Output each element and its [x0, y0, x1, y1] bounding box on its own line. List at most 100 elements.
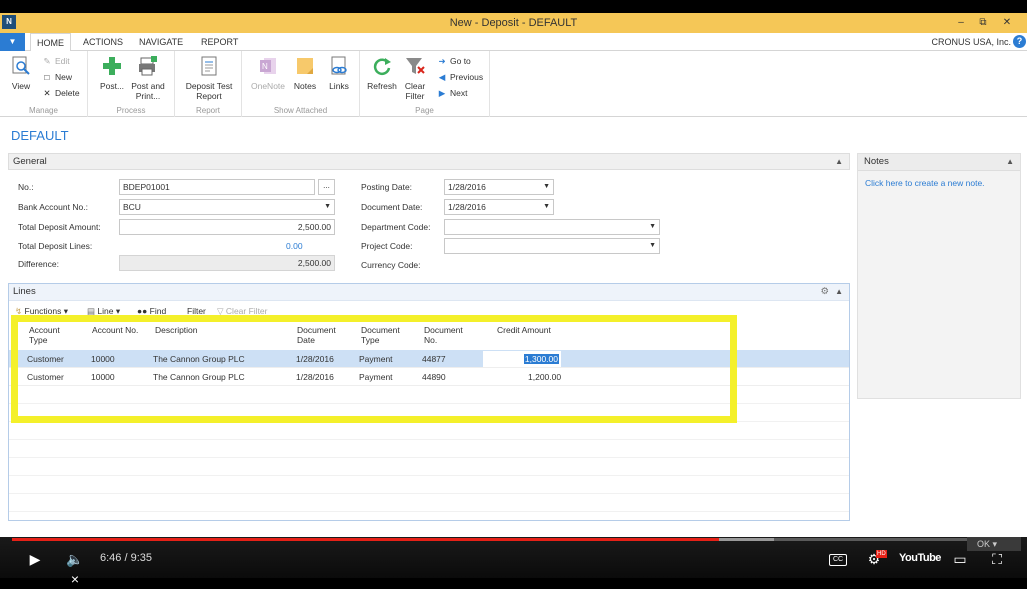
- table-row[interactable]: Customer 10000 The Cannon Group PLC 1/28…: [9, 350, 849, 368]
- cell-document-no[interactable]: 44877: [422, 354, 446, 364]
- col-document-date[interactable]: Document Date: [297, 325, 336, 345]
- chevron-down-icon[interactable]: ▼: [543, 200, 550, 214]
- tab-actions[interactable]: ACTIONS: [77, 33, 129, 52]
- chevron-down-icon[interactable]: ▼: [649, 239, 656, 253]
- play-icon[interactable]: ▶: [26, 549, 44, 569]
- hd-badge: HD: [876, 550, 887, 558]
- total-deposit-amount-field[interactable]: 2,500.00: [119, 219, 335, 235]
- empty-row[interactable]: [9, 458, 849, 476]
- bank-account-field[interactable]: BCU ▼: [119, 199, 335, 215]
- cell-description[interactable]: The Cannon Group PLC: [153, 354, 245, 364]
- empty-row[interactable]: [9, 476, 849, 494]
- post-button[interactable]: Post...: [96, 55, 128, 91]
- cell-credit-amount[interactable]: 1,300.00: [523, 354, 559, 364]
- cell-account-type[interactable]: Customer: [27, 372, 64, 382]
- posting-date-field[interactable]: 1/28/2016 ▼: [444, 179, 554, 195]
- no-field[interactable]: BDEP01001: [119, 179, 315, 195]
- col-account-no[interactable]: Account No.: [92, 325, 138, 335]
- difference-field: 2,500.00: [119, 255, 335, 271]
- col-document-no[interactable]: Document No.: [424, 325, 463, 345]
- captions-button[interactable]: CC: [829, 554, 847, 566]
- cell-document-type[interactable]: Payment: [359, 354, 393, 364]
- new-button[interactable]: □ New: [42, 72, 72, 82]
- view-button[interactable]: View: [6, 55, 36, 91]
- cell-document-no[interactable]: 44890: [422, 372, 446, 382]
- gear-icon[interactable]: ⚙: [820, 284, 829, 300]
- department-code-field[interactable]: ▼: [444, 219, 660, 235]
- close-icon[interactable]: ✕: [997, 15, 1017, 31]
- empty-row[interactable]: [9, 422, 849, 440]
- cell-document-date[interactable]: 1/28/2016: [296, 354, 334, 364]
- col-description[interactable]: Description: [155, 325, 198, 335]
- cell-document-type[interactable]: Payment: [359, 372, 393, 382]
- chevron-down-icon[interactable]: ▼: [649, 220, 656, 234]
- cell-credit-amount[interactable]: 1,200.00: [528, 372, 561, 382]
- line-menu[interactable]: ▤ Line ▾: [87, 306, 120, 317]
- col-document-type[interactable]: Document Type: [361, 325, 400, 345]
- chevron-down-icon[interactable]: ▼: [543, 180, 550, 194]
- group-label-show-attached: Show Attached: [273, 106, 328, 115]
- binoculars-icon: ●●: [137, 306, 148, 316]
- delete-button[interactable]: ✕ Delete: [42, 88, 79, 99]
- filter-button[interactable]: Filter: [187, 306, 206, 316]
- create-note-link[interactable]: Click here to create a new note.: [865, 178, 985, 188]
- notes-header[interactable]: Notes ▲: [858, 154, 1020, 171]
- empty-row[interactable]: [9, 440, 849, 458]
- help-icon[interactable]: ?: [1013, 35, 1026, 48]
- lines-header-label: Lines: [13, 286, 36, 297]
- col-account-type[interactable]: Account Type: [29, 325, 60, 345]
- chevron-up-icon[interactable]: ▲: [835, 154, 843, 169]
- tab-home[interactable]: HOME: [30, 33, 71, 52]
- total-deposit-lines-value[interactable]: 0.00: [286, 241, 303, 251]
- cell-document-date[interactable]: 1/28/2016: [296, 372, 334, 382]
- credit-amount-editor[interactable]: 1,300.00: [483, 351, 561, 367]
- cell-account-no[interactable]: 10000: [91, 372, 115, 382]
- cell-account-type[interactable]: Customer: [27, 354, 64, 364]
- notes-button[interactable]: Notes: [290, 55, 320, 91]
- fullscreen-icon[interactable]: ⛶: [986, 549, 1008, 569]
- goto-button[interactable]: ➜ Go to: [437, 56, 471, 67]
- table-row[interactable]: Customer 10000 The Cannon Group PLC 1/28…: [9, 368, 849, 386]
- tab-report[interactable]: REPORT: [195, 33, 244, 52]
- currency-code-label: Currency Code:: [361, 260, 421, 270]
- chevron-down-icon: ▾: [992, 539, 998, 549]
- goto-label: Go to: [450, 56, 471, 66]
- post-plus-icon: [103, 57, 121, 75]
- edit-button[interactable]: ✎ Edit: [42, 56, 69, 67]
- document-date-field[interactable]: 1/28/2016 ▼: [444, 199, 554, 215]
- deposit-test-report-button[interactable]: Deposit Test Report: [180, 55, 238, 101]
- ribbon-group-page: Refresh Clear Filter ➜ Go to ◀ Previous ▶ N…: [360, 51, 490, 117]
- empty-row[interactable]: [9, 386, 849, 404]
- post-and-print-button[interactable]: Post and Print...: [128, 55, 168, 101]
- cell-account-no[interactable]: 10000: [91, 354, 115, 364]
- empty-row[interactable]: [9, 494, 849, 512]
- refresh-button[interactable]: Refresh: [366, 55, 398, 91]
- project-code-field[interactable]: ▼: [444, 238, 660, 254]
- clear-filter-line-button[interactable]: ▽ Clear Filter: [217, 306, 267, 317]
- progress-bar[interactable]: [12, 538, 1015, 541]
- lines-header[interactable]: Lines ⚙ ▲: [9, 284, 849, 301]
- clear-filter-button[interactable]: Clear Filter: [400, 55, 430, 101]
- links-button[interactable]: Links: [324, 55, 354, 91]
- previous-button[interactable]: ◀ Previous: [437, 72, 483, 83]
- onenote-button[interactable]: N OneNote: [248, 55, 288, 91]
- find-button[interactable]: ●● Find: [137, 306, 166, 316]
- app-menu-button[interactable]: ▼: [0, 33, 25, 51]
- functions-menu[interactable]: ↯ Functions ▾: [15, 306, 68, 317]
- cell-description[interactable]: The Cannon Group PLC: [153, 372, 245, 382]
- chevron-down-icon[interactable]: ▼: [324, 200, 331, 214]
- col-credit-amount[interactable]: Credit Amount: [497, 325, 551, 335]
- restore-icon[interactable]: ⧉: [973, 15, 993, 31]
- next-button[interactable]: ▶ Next: [437, 88, 468, 99]
- assist-edit-button[interactable]: ...: [318, 179, 335, 195]
- tab-navigate[interactable]: NAVIGATE: [133, 33, 189, 52]
- minimize-icon[interactable]: –: [951, 15, 971, 31]
- chevron-up-icon[interactable]: ▲: [1006, 154, 1014, 170]
- chevron-up-icon[interactable]: ▲: [835, 284, 843, 300]
- youtube-logo[interactable]: YouTube: [899, 552, 941, 564]
- general-fasttab-header[interactable]: General ▲: [8, 153, 850, 170]
- group-label-manage: Manage: [29, 106, 58, 115]
- mute-icon[interactable]: 🔈×: [64, 549, 86, 589]
- empty-row[interactable]: [9, 404, 849, 422]
- cast-icon[interactable]: ▭: [949, 549, 971, 569]
